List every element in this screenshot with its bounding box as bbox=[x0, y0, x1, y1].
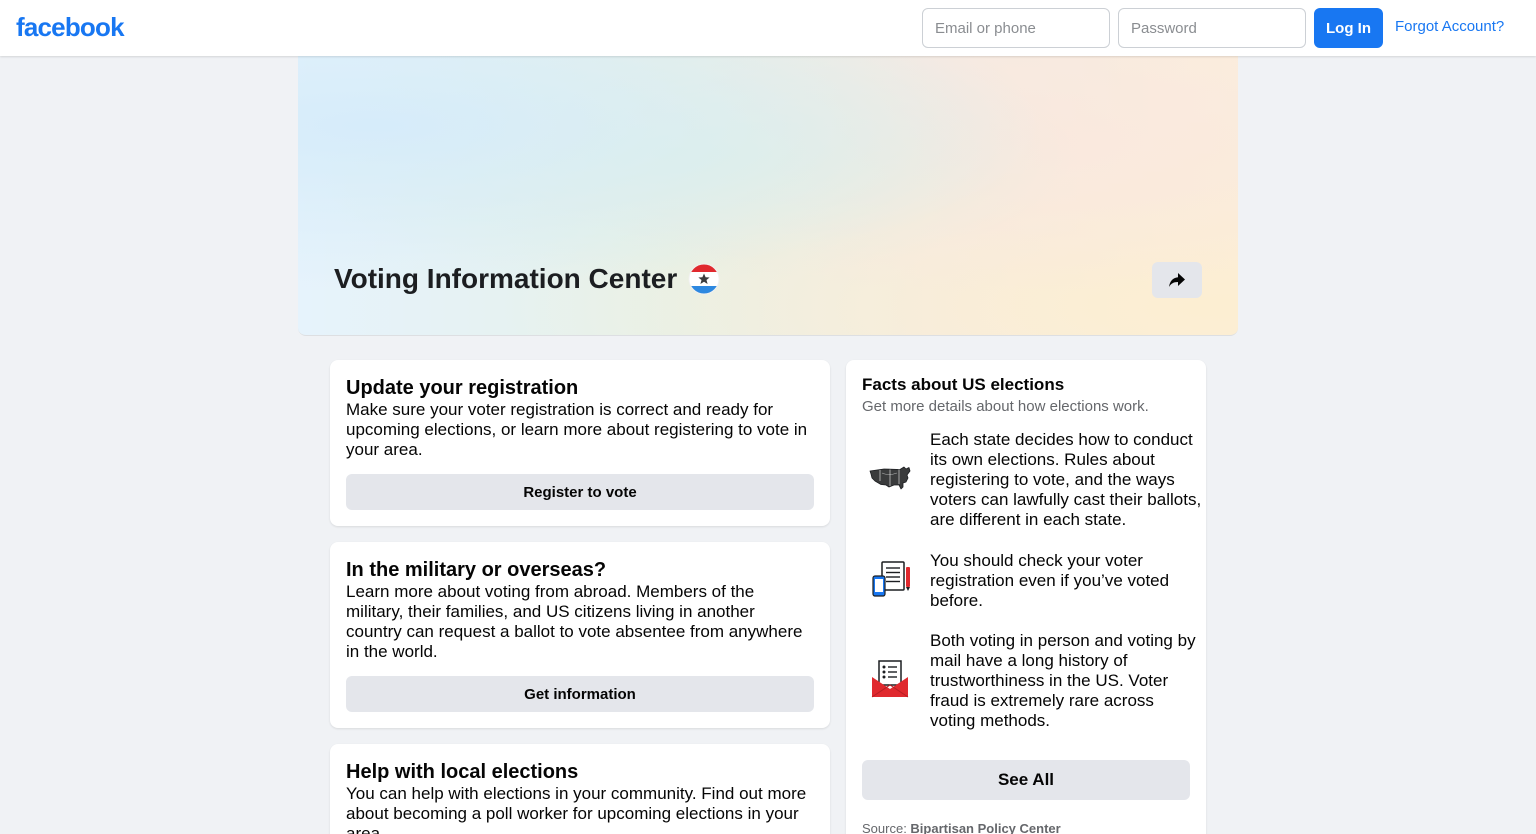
get-information-button[interactable]: Get information bbox=[346, 676, 814, 712]
card-description: You can help with elections in your comm… bbox=[346, 784, 807, 834]
fact-text: Both voting in person and voting by mail… bbox=[930, 631, 1196, 730]
top-navigation-bar: facebook Log In Forgot Account? bbox=[0, 0, 1536, 56]
register-to-vote-button[interactable]: Register to vote bbox=[346, 474, 814, 510]
fact-text: Each state decides how to conduct its ow… bbox=[930, 430, 1202, 529]
page-title: Voting Information Center bbox=[334, 263, 678, 294]
cover-banner: Voting Information Center bbox=[298, 56, 1238, 336]
share-button[interactable] bbox=[1152, 262, 1202, 298]
facebook-logo[interactable]: facebook bbox=[16, 12, 125, 43]
military-overseas-card: In the military or overseas? Learn more … bbox=[330, 542, 830, 728]
us-map-icon bbox=[869, 466, 911, 490]
card-description: Make sure your voter registration is cor… bbox=[346, 400, 808, 459]
share-arrow-icon bbox=[1169, 273, 1185, 287]
card-description: Learn more about voting from abroad. Mem… bbox=[346, 582, 803, 661]
login-button[interactable]: Log In bbox=[1314, 8, 1383, 48]
source-name[interactable]: Bipartisan Policy Center bbox=[910, 821, 1060, 834]
facts-title: Facts about US elections bbox=[862, 375, 1065, 394]
email-input[interactable] bbox=[922, 8, 1110, 48]
mail-ballot-icon bbox=[871, 660, 909, 698]
card-title: Help with local elections bbox=[346, 761, 579, 783]
card-title: In the military or overseas? bbox=[346, 559, 607, 581]
card-title: Update your registration bbox=[346, 377, 579, 399]
facts-subtitle: Get more details about how elections wor… bbox=[862, 398, 1149, 415]
fact-text: You should check your voter registration… bbox=[930, 551, 1170, 610]
update-registration-card: Update your registration Make sure your … bbox=[330, 360, 830, 526]
local-elections-card: Help with local elections You can help w… bbox=[330, 744, 830, 834]
source-credit: Source: Bipartisan Policy Center bbox=[862, 821, 1061, 834]
see-all-button[interactable]: See All bbox=[862, 760, 1190, 800]
election-facts-card: Facts about US elections Get more detail… bbox=[846, 360, 1206, 834]
vote-star-badge-icon bbox=[688, 263, 720, 295]
phone-document-icon bbox=[872, 561, 910, 597]
source-prefix: Source: bbox=[862, 821, 911, 834]
password-input[interactable] bbox=[1118, 8, 1306, 48]
forgot-account-link[interactable]: Forgot Account? bbox=[1395, 18, 1504, 35]
